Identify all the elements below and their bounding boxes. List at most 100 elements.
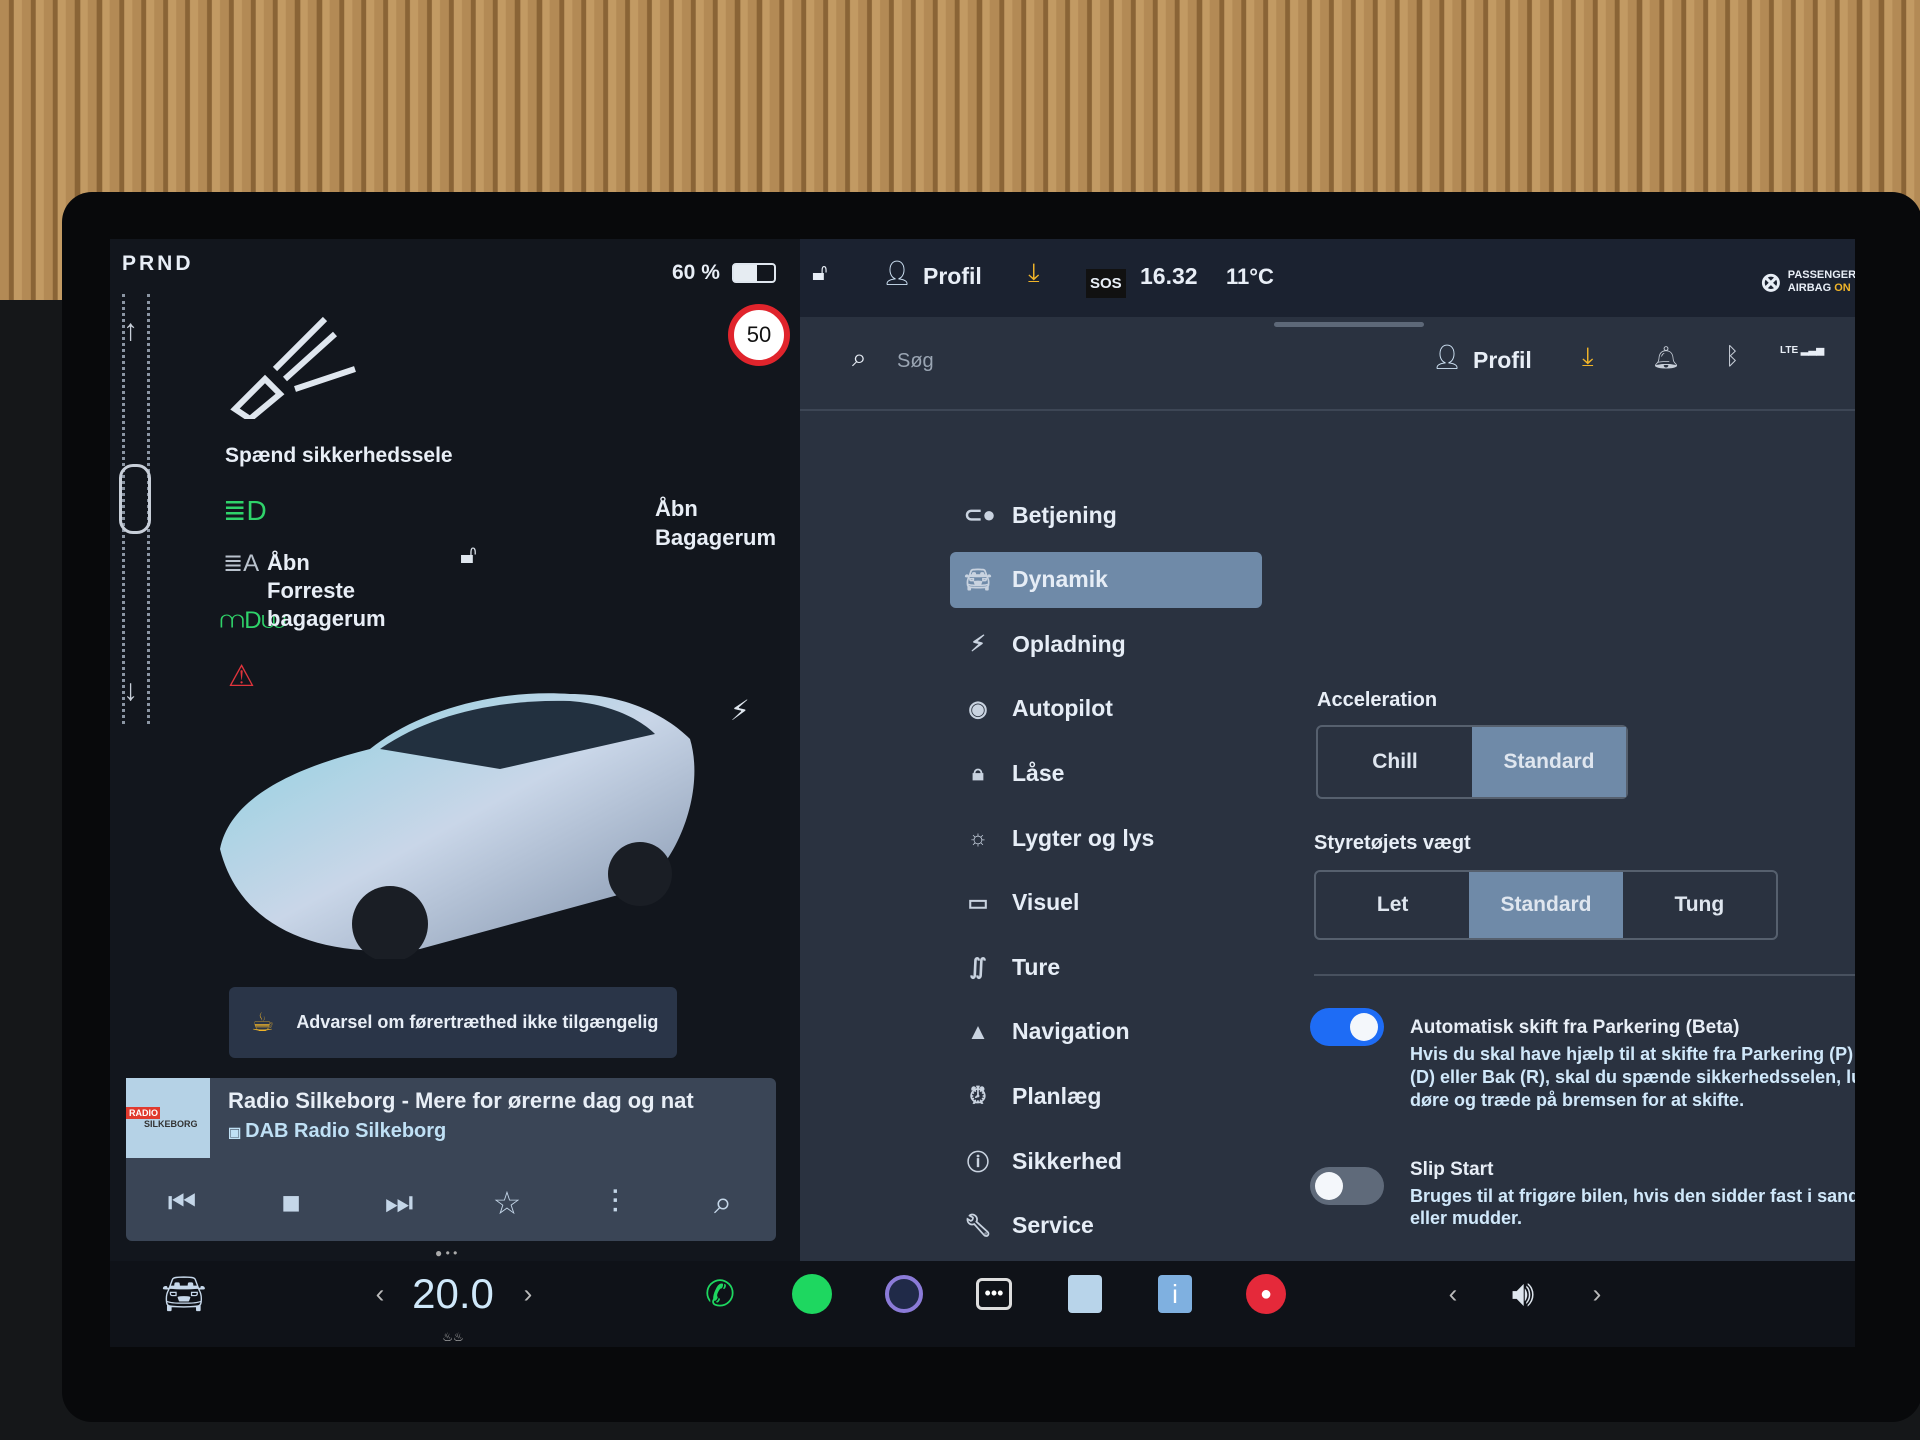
coffee-icon: ☕︎	[251, 1007, 275, 1037]
bell-icon[interactable]: 🔔︎	[1652, 345, 1680, 371]
lte-label: LTE	[1780, 345, 1799, 356]
steering-let[interactable]: Let	[1316, 872, 1469, 938]
media-search-button[interactable]: ⌕	[714, 1184, 732, 1222]
charge-port-icon[interactable]: ⚡︎	[730, 694, 750, 727]
header-divider	[800, 409, 1855, 411]
drag-handle[interactable]	[1274, 322, 1424, 327]
menu-item-lygter-og-lys[interactable]: ☼ Lygter og lys	[950, 810, 1262, 866]
menu-item-autopilot[interactable]: ◉ Autopilot	[950, 681, 1262, 737]
menu-item-label: Autopilot	[1012, 695, 1113, 722]
frunk-label-3: bagagerum	[267, 606, 386, 631]
temp-up-button[interactable]: ›	[524, 1279, 533, 1310]
gear-slider[interactable]: ↑ ↓	[119, 294, 151, 724]
record-app-icon[interactable]: ●	[1246, 1274, 1286, 1314]
settings-search-input[interactable]: Søg	[897, 350, 1297, 373]
light-icon: ☼	[967, 825, 989, 850]
previous-button[interactable]: ⏮︎	[168, 1184, 197, 1222]
acceleration-chill[interactable]: Chill	[1318, 727, 1472, 797]
next-button[interactable]: ⏭︎	[385, 1184, 414, 1222]
open-frunk-button[interactable]: Åbn Forreste bagagerum	[267, 549, 386, 633]
steering-tung[interactable]: Tung	[1623, 872, 1776, 938]
outside-temperature: 11°C	[1226, 264, 1274, 289]
info-app-icon[interactable]: i	[1158, 1275, 1192, 1313]
sos-button[interactable]: SOS	[1086, 269, 1126, 298]
download-icon[interactable]: ⤓	[1028, 257, 1040, 289]
unlock-icon[interactable]: 🔓︎	[460, 539, 477, 571]
volume-down-button[interactable]: ‹	[1449, 1279, 1458, 1310]
page-dots[interactable]: ● • •	[435, 1246, 457, 1260]
menu-item-navigation[interactable]: ▲ Navigation	[950, 1004, 1262, 1060]
steering-selector: Let Standard Tung	[1314, 870, 1778, 940]
fatigue-warning-text: Advarsel om førertræthed ikke tilgængeli…	[296, 1012, 659, 1032]
menu-item-label: Service	[1012, 1212, 1094, 1239]
volume-icon[interactable]: 🔊︎	[1512, 1273, 1535, 1316]
slip-start-toggle[interactable]	[1310, 1167, 1384, 1205]
steering-standard[interactable]: Standard	[1469, 872, 1623, 938]
logo-text: SILKEBORG	[144, 1119, 198, 1129]
media-player: RADIO SILKEBORG Radio Silkeborg - Mere f…	[126, 1078, 776, 1241]
status-bar: 🔓︎ 👤︎ Profil ⤓ SOS 16.32 11°C ⊗ PASSENGE…	[800, 239, 1855, 317]
menu-item-betjening[interactable]: ⊂● Betjening	[950, 487, 1262, 543]
trips-icon: ∬	[969, 954, 987, 980]
radio-logo: RADIO SILKEBORG	[126, 1078, 210, 1158]
car-icon: 🚘︎	[964, 566, 992, 592]
menu-item-låse[interactable]: 🔒︎ Låse	[950, 745, 1262, 801]
wrench-icon: 🔧︎	[964, 1212, 992, 1238]
touchscreen: PRND ↑ ↓ 60 % 50 Spænd sikkerhedssele ≣D…	[110, 239, 1855, 1347]
menu-item-planlæg[interactable]: ⏰︎ Planlæg	[950, 1068, 1262, 1124]
defrost-icon[interactable]: ♨♨	[442, 1330, 464, 1344]
download-icon[interactable]: ⤓	[1582, 341, 1594, 373]
menu-item-dynamik[interactable]: 🚘︎ Dynamik	[950, 551, 1262, 608]
airbag-on: ON	[1834, 282, 1851, 294]
gear-indicator: PRND	[122, 252, 194, 275]
airbag-icon: ⊗	[1760, 266, 1782, 297]
alert-icon: ⓘ	[966, 1150, 989, 1175]
unlock-status-icon[interactable]: 🔓︎	[812, 259, 828, 287]
more-apps-icon[interactable]: •••	[976, 1278, 1012, 1310]
airbag-status: ⊗ PASSENGER AIRBAG ON	[1760, 269, 1855, 295]
section-divider	[1314, 974, 1855, 976]
stop-button[interactable]: ■	[281, 1185, 300, 1222]
clock: 16.32	[1140, 263, 1198, 289]
speed-limit-value: 50	[746, 322, 772, 347]
lte-signal: LTE ▂▃▅	[1780, 345, 1825, 356]
camera-app-icon[interactable]	[885, 1275, 923, 1313]
menu-item-label: Sikkerhed	[1012, 1147, 1122, 1174]
acceleration-standard[interactable]: Standard	[1472, 727, 1626, 797]
car-button[interactable]: 🚘︎	[161, 1273, 207, 1315]
open-trunk-button[interactable]: Åbn Bagagerum	[655, 494, 776, 552]
menu-item-opladning[interactable]: ⚡︎ Opladning	[950, 616, 1262, 672]
menu-item-label: Låse	[1012, 759, 1065, 786]
spotify-app-icon[interactable]	[792, 1274, 832, 1314]
menu-item-ture[interactable]: ∬ Ture	[950, 939, 1262, 995]
notes-app-icon[interactable]	[1068, 1275, 1102, 1313]
airbag-text: PASSENGER	[1787, 269, 1855, 281]
clock-icon: ⏰︎	[969, 1083, 987, 1109]
acceleration-label: Acceleration	[1317, 689, 1438, 711]
favorite-button[interactable]: ☆	[493, 1184, 522, 1222]
frunk-label-2: Forreste	[267, 578, 356, 603]
menu-item-service[interactable]: 🔧︎ Service	[950, 1198, 1262, 1254]
acceleration-selector: Chill Standard	[1316, 725, 1628, 799]
temp-down-button[interactable]: ‹	[376, 1279, 385, 1310]
menu-item-sikkerhed[interactable]: ⓘ Sikkerhed	[950, 1133, 1262, 1189]
navigation-icon: ▲	[967, 1018, 989, 1044]
cabin-temperature[interactable]: 20.0	[412, 1270, 494, 1318]
equalizer-button[interactable]: ⫶	[611, 1184, 619, 1222]
bluetooth-icon[interactable]: ᛒ	[1725, 343, 1739, 371]
trunk-label-2: Bagagerum	[655, 525, 777, 550]
auto-shift-title: Automatisk skift fra Parkering (Beta)	[1410, 1017, 1740, 1038]
battery-icon	[732, 263, 776, 283]
fatigue-warning-banner: ☕︎ Advarsel om førertræthed ikke tilgæng…	[229, 987, 677, 1058]
profile-button[interactable]: Profil	[923, 263, 982, 290]
auto-shift-toggle[interactable]	[1310, 1008, 1384, 1046]
display-icon: ▭	[967, 889, 989, 915]
menu-item-label: Lygter og lys	[1012, 824, 1155, 851]
airbag-text: AIRBAG	[1787, 282, 1832, 294]
settings-profile-button[interactable]: Profil	[1473, 347, 1532, 374]
trunk-label-1: Åbn	[655, 496, 698, 521]
volume-up-button[interactable]: ›	[1593, 1279, 1602, 1310]
auto-shift-description: Hvis du skal have hjælp til at skifte fr…	[1410, 1044, 1855, 1110]
menu-item-visuel[interactable]: ▭ Visuel	[950, 875, 1262, 931]
phone-app-icon[interactable]: ✆	[705, 1273, 735, 1315]
